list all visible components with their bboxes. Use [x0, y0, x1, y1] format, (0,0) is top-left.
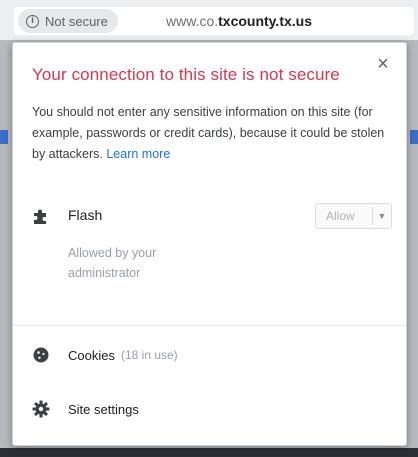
not-secure-label: Not secure [45, 13, 108, 29]
security-description: You should not enter any sensitive infor… [32, 102, 392, 165]
learn-more-link[interactable]: Learn more [106, 147, 170, 161]
info-icon: i [26, 14, 39, 28]
close-icon[interactable]: × [372, 53, 394, 75]
address-bar[interactable]: i Not secure www.co.txcounty.tx.us [14, 7, 414, 35]
permission-select-value: Allow [326, 209, 355, 223]
cookie-icon [33, 347, 49, 363]
cookies-row[interactable]: Cookies (18 in use) [32, 343, 392, 367]
site-info-popup: Your connection to this site is not secu… [12, 42, 407, 446]
security-indicator-button[interactable]: i Not secure [18, 9, 118, 33]
site-settings-row[interactable]: Site settings [32, 397, 392, 421]
divider [13, 325, 406, 326]
puzzle-icon [34, 209, 46, 224]
permission-note: Allowed by your administrator [68, 246, 157, 280]
url-host: txcounty.tx.us [218, 13, 312, 29]
browser-toolbar: i Not secure www.co.txcounty.tx.us [0, 0, 418, 40]
page-bottom-strip [0, 448, 418, 457]
url-prefix: www.co. [166, 13, 219, 29]
url-text[interactable]: www.co.txcounty.tx.us [166, 13, 312, 29]
chevron-down-icon: ▼ [377, 211, 387, 221]
description-text: You should not enter any sensitive infor… [32, 105, 385, 161]
popup-title: Your connection to this site is not secu… [32, 65, 340, 84]
cookies-label: Cookies [68, 347, 115, 363]
page-edge-left [0, 130, 8, 144]
permission-select[interactable]: Allow ▼ [315, 203, 392, 229]
permission-name: Flash [68, 207, 103, 223]
cookies-usage: (18 in use) [120, 348, 178, 362]
permission-row-flash: Flash Allowed by your administrator Allo… [32, 201, 392, 281]
site-settings-label: Site settings [68, 401, 139, 417]
page-edge-right [410, 130, 418, 144]
gear-icon [32, 400, 50, 418]
